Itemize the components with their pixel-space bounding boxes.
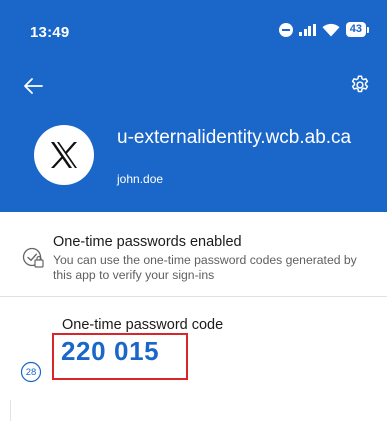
status-time: 13:49 bbox=[30, 24, 70, 41]
account-name: u-externalidentity.wcb.ab.ca bbox=[117, 127, 352, 148]
otp-code-label: One-time password code bbox=[62, 317, 224, 333]
account-header: 13:49 43 u-externalidentity.wcb.ab.ca jo… bbox=[0, 0, 387, 212]
battery-level: 43 bbox=[345, 22, 366, 37]
battery-icon: 43 bbox=[345, 22, 369, 37]
shield-check-icon bbox=[22, 247, 44, 268]
wifi-icon bbox=[322, 23, 340, 36]
back-arrow-icon[interactable] bbox=[22, 76, 44, 96]
divider bbox=[10, 400, 11, 421]
otp-enabled-row: One-time passwords enabled You can use t… bbox=[0, 212, 387, 297]
x-logo bbox=[34, 125, 94, 185]
status-icons: 43 bbox=[279, 22, 369, 37]
timer-seconds: 28 bbox=[25, 366, 37, 378]
signal-icon bbox=[299, 23, 316, 36]
do-not-disturb-icon bbox=[279, 22, 294, 37]
otp-code-value[interactable]: 220 015 bbox=[61, 336, 159, 367]
status-bar: 13:49 43 bbox=[0, 0, 387, 62]
otp-enabled-description: You can use the one-time password codes … bbox=[53, 253, 357, 282]
x-logo-icon bbox=[51, 142, 77, 168]
gear-icon[interactable] bbox=[349, 74, 371, 96]
account-username: john.doe bbox=[117, 172, 164, 186]
otp-enabled-title: One-time passwords enabled bbox=[53, 234, 242, 250]
